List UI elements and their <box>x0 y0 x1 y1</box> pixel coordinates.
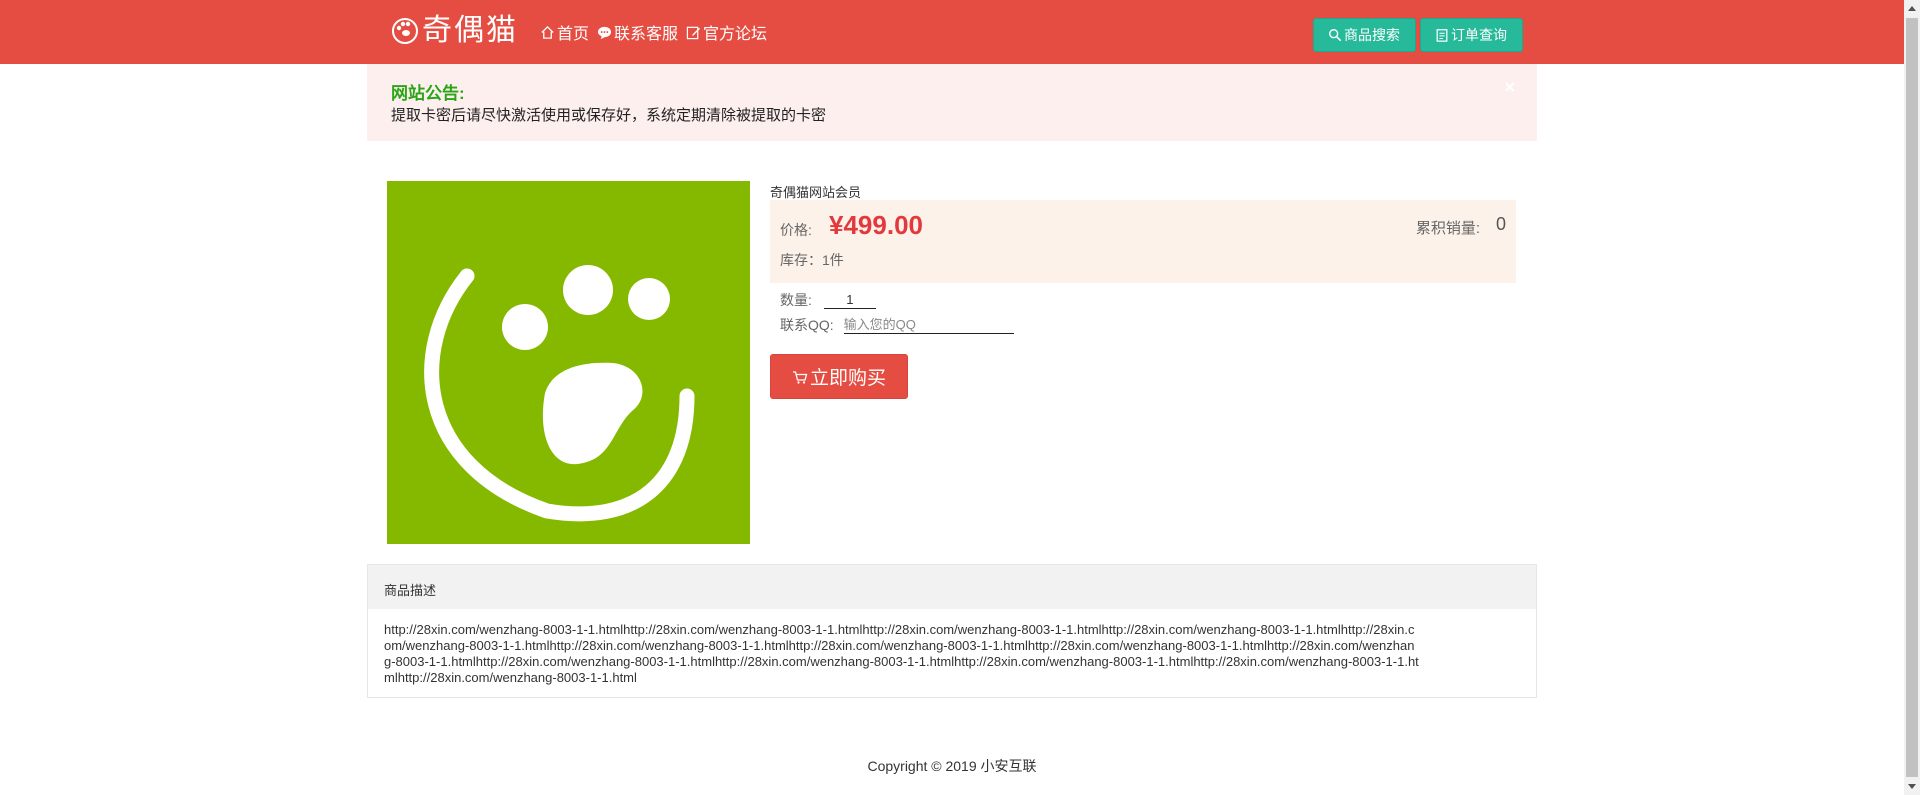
nav-home-label: 首页 <box>557 26 590 43</box>
nav-forum-label: 官方论坛 <box>703 26 768 43</box>
quantity-label: 数量: <box>780 292 812 308</box>
quantity-row: 数量: <box>780 290 876 310</box>
stock-info: 库存：1件 <box>780 252 844 268</box>
navbar-container: 奇偶猫 首页 联系客服 官方论坛 商品搜索 订单查询 <box>367 0 1537 64</box>
close-icon[interactable]: × <box>1504 78 1515 96</box>
announcement-text: 提取卡密后请尽快激活使用或保存好，系统定期清除被提取的卡密 <box>391 107 827 124</box>
home-icon <box>541 25 554 39</box>
buy-now-label: 立即购买 <box>809 368 886 389</box>
qq-input[interactable] <box>843 316 1014 334</box>
search-icon <box>1329 29 1342 42</box>
price-panel: 价格: ¥499.00 累积销量: 0 库存：1件 <box>770 200 1516 283</box>
product-description-panel: 商品描述 http://28xin.com/wenzhang-8003-1-1.… <box>367 564 1537 698</box>
qq-row: 联系QQ: <box>780 315 1014 335</box>
paw-logo-icon <box>392 18 418 44</box>
site-announcement: 网站公告: 提取卡密后请尽快激活使用或保存好，系统定期清除被提取的卡密 × <box>367 64 1537 141</box>
order-query-button[interactable]: 订单查询 <box>1420 18 1523 52</box>
paw-image-icon <box>424 265 695 522</box>
quantity-input[interactable] <box>823 291 876 309</box>
product-search-label: 商品搜索 <box>1344 27 1400 43</box>
nav-contact-service[interactable]: 联系客服 <box>597 0 678 64</box>
chat-icon <box>597 26 612 39</box>
product-search-button[interactable]: 商品搜索 <box>1313 18 1416 52</box>
cart-icon <box>792 370 808 384</box>
header-buttons: 商品搜索 订单查询 <box>1309 18 1523 52</box>
product-image <box>387 181 750 544</box>
top-navbar: 奇偶猫 首页 联系客服 官方论坛 商品搜索 订单查询 <box>0 0 1904 64</box>
scroll-down-icon[interactable] <box>1908 784 1916 789</box>
product-name: 奇偶猫网站会员 <box>770 185 862 200</box>
order-query-label: 订单查询 <box>1451 27 1507 43</box>
sales-value: 0 <box>1495 214 1506 234</box>
page-scrollbar[interactable] <box>1904 0 1920 795</box>
scroll-up-icon[interactable] <box>1908 6 1916 11</box>
announcement-title: 网站公告: <box>391 84 465 103</box>
sales-label: 累积销量: <box>1415 220 1480 237</box>
buy-now-button[interactable]: 立即购买 <box>770 354 908 399</box>
edit-icon <box>686 26 701 39</box>
scroll-thumb[interactable] <box>1906 18 1918 777</box>
nav-home[interactable]: 首页 <box>540 0 589 64</box>
price-value: ¥499.00 <box>829 210 923 240</box>
nav-official-forum[interactable]: 官方论坛 <box>686 0 767 64</box>
footer-copyright: Copyright © 2019 小安互联 <box>867 758 1037 774</box>
main-nav: 首页 联系客服 官方论坛 <box>540 0 775 64</box>
nav-contact-label: 联系客服 <box>614 26 679 43</box>
description-title: 商品描述 <box>368 565 1536 609</box>
description-body: http://28xin.com/wenzhang-8003-1-1.htmlh… <box>384 622 1419 685</box>
qq-label: 联系QQ: <box>780 317 834 333</box>
site-logo[interactable]: 奇偶猫 <box>392 12 520 50</box>
price-label: 价格: <box>780 222 812 238</box>
clipboard-icon <box>1436 29 1448 42</box>
logo-text: 奇偶猫 <box>422 13 518 48</box>
